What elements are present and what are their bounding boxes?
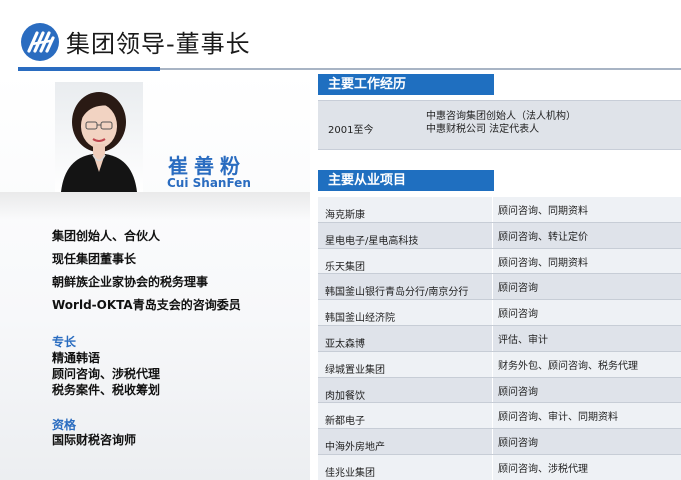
photo-shadow xyxy=(0,192,310,220)
client-cell: 佳兆业集团 xyxy=(325,467,375,479)
table-row: 亚太森博 评估、审计 xyxy=(318,325,681,352)
client-cell: 韩国釜山银行青岛分行/南京分行 xyxy=(325,287,469,299)
table-row: 佳兆业集团 顾问咨询、涉税代理 xyxy=(318,454,681,480)
specialty-item: 精通韩语 xyxy=(52,351,101,365)
person-name-english: Cui ShanFen xyxy=(167,176,251,190)
client-cell: 肉加餐饮 xyxy=(325,390,365,402)
header-accent-line xyxy=(18,67,160,71)
client-cell: 乐天集团 xyxy=(325,261,365,273)
title-line: World-OKTA青岛支会的咨询委员 xyxy=(52,298,241,312)
work-description-line: 中惠咨询集团创始人（法人机构） xyxy=(426,111,576,122)
table-row: 乐天集团 顾问咨询、同期资料 xyxy=(318,248,681,275)
specialty-item: 税务案件、税收筹划 xyxy=(52,383,161,397)
work-description-line: 中惠财税公司 法定代表人 xyxy=(426,124,540,135)
title-line: 集团创始人、合伙人 xyxy=(52,229,161,243)
projects-table: 海克斯康 顾问咨询、同期资料 星电电子/星电高科技 顾问咨询、转让定价 乐天集团 顾问… xyxy=(318,197,681,480)
title-line: 朝鲜族企业家协会的税务理事 xyxy=(52,275,209,289)
client-cell: 星电电子/星电高科技 xyxy=(325,235,419,247)
table-row: 韩国釜山经济院 顾问咨询 xyxy=(318,300,681,326)
specialty-list: 精通韩语 顾问咨询、涉税代理 税务案件、税收筹划 xyxy=(52,350,160,398)
service-cell: 顾问咨询、同期资料 xyxy=(498,257,588,269)
client-cell: 韩国釜山经济院 xyxy=(325,313,395,325)
qualification-list: 国际财税咨询师 xyxy=(52,432,136,448)
work-period: 2001至今 xyxy=(328,125,374,136)
service-cell: 财务外包、顾问咨询、税务代理 xyxy=(498,360,638,372)
table-row: 星电电子/星电高科技 顾问咨询、转让定价 xyxy=(318,222,681,249)
portrait-photo xyxy=(55,82,143,192)
service-cell: 顾问咨询、转让定价 xyxy=(498,231,588,243)
person-name-chinese: 崔善粉 xyxy=(168,154,246,178)
header-divider xyxy=(160,68,681,70)
qualification-label: 资格 xyxy=(52,418,77,432)
client-cell: 新都电子 xyxy=(325,416,365,428)
client-cell: 亚太森博 xyxy=(325,338,365,350)
projects-header: 主要从业项目 xyxy=(318,170,494,191)
service-cell: 评估、审计 xyxy=(498,334,548,346)
title-line: 现任集团董事长 xyxy=(52,252,137,266)
person-titles: 集团创始人、合伙人 现任集团董事长 朝鲜族企业家协会的税务理事 World-OK… xyxy=(52,227,241,319)
client-cell: 绿城置业集团 xyxy=(325,364,385,376)
client-cell: 海克斯康 xyxy=(325,210,365,221)
specialty-item: 顾问咨询、涉税代理 xyxy=(52,367,161,381)
work-experience-row: 2001至今 中惠咨询集团创始人（法人机构） 中惠财税公司 法定代表人 xyxy=(318,100,681,150)
table-row: 肉加餐饮 顾问咨询 xyxy=(318,377,681,404)
work-experience-header: 主要工作经历 xyxy=(318,74,494,95)
service-cell: 顾问咨询 xyxy=(498,386,538,398)
service-cell: 顾问咨询、涉税代理 xyxy=(498,463,588,475)
qualification-item: 国际财税咨询师 xyxy=(52,433,137,447)
service-cell: 顾问咨询、同期资料 xyxy=(498,206,588,217)
specialty-label: 专长 xyxy=(52,335,77,349)
page-title: 集团领导-董事长 xyxy=(66,30,251,58)
work-description: 中惠咨询集团创始人（法人机构） 中惠财税公司 法定代表人 xyxy=(426,110,576,136)
client-cell: 中海外房地产 xyxy=(325,442,385,454)
table-row: 绿城置业集团 财务外包、顾问咨询、税务代理 xyxy=(318,351,681,378)
service-cell: 顾问咨询 xyxy=(498,283,538,295)
company-logo-icon xyxy=(21,23,59,61)
service-cell: 顾问咨询 xyxy=(498,309,538,321)
table-row: 新都电子 顾问咨询、审计、同期资料 xyxy=(318,403,681,430)
table-row: 中海外房地产 顾问咨询 xyxy=(318,429,681,455)
service-cell: 顾问咨询 xyxy=(498,438,538,450)
table-row: 海克斯康 顾问咨询、同期资料 xyxy=(318,197,681,223)
table-row: 韩国釜山银行青岛分行/南京分行 顾问咨询 xyxy=(318,274,681,301)
service-cell: 顾问咨询、审计、同期资料 xyxy=(498,412,618,424)
